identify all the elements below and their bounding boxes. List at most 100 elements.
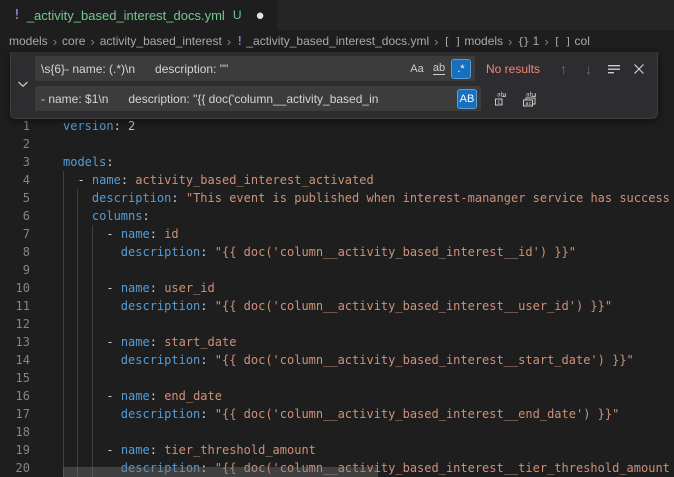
replace-input[interactable]: - name: $1\n description: "{{ doc('colum… — [35, 86, 481, 111]
code-line[interactable]: - name: user_id — [63, 279, 674, 297]
code-line[interactable]: description: "This event is published wh… — [63, 189, 674, 207]
line-number: 5 — [0, 189, 30, 207]
find-widget: \s{6}- name: (.*)\n description: "" Aa a… — [10, 52, 658, 119]
breadcrumb-label: 1 — [533, 34, 540, 48]
breadcrumb-item-_activity_based_interest_docs.yml[interactable]: ! _activity_based_interest_docs.yml — [236, 34, 429, 48]
breadcrumb-separator-icon: › — [227, 34, 231, 49]
breadcrumb-label: activity_based_interest — [100, 34, 222, 48]
whole-word-label: ab — [433, 62, 445, 75]
line-number: 11 — [0, 297, 30, 315]
breadcrumb-label: col — [575, 34, 590, 48]
line-number: 1 — [0, 117, 30, 135]
code-line[interactable]: description: "{{ doc('column__activity_b… — [63, 351, 674, 369]
svg-text:c: c — [497, 99, 501, 106]
breadcrumb-item-activity_based_interest[interactable]: activity_based_interest — [100, 34, 222, 48]
object-symbol-icon: {} — [517, 35, 528, 48]
regex-button[interactable]: .* — [451, 59, 471, 79]
line-number: 14 — [0, 351, 30, 369]
chevron-down-icon — [17, 80, 29, 88]
array-symbol-icon: [ ] — [554, 35, 571, 48]
line-number: 18 — [0, 423, 30, 441]
code-line[interactable]: - name: id — [63, 225, 674, 243]
find-in-selection-button[interactable] — [603, 58, 624, 79]
next-match-button[interactable]: ↓ — [578, 58, 599, 79]
breadcrumb-separator-icon: › — [544, 34, 548, 49]
breadcrumb-separator-icon: › — [508, 34, 512, 49]
code-line[interactable] — [63, 423, 674, 441]
code-line[interactable] — [63, 315, 674, 333]
line-number: 17 — [0, 405, 30, 423]
line-number: 4 — [0, 171, 30, 189]
code-line[interactable]: description: "{{ doc('column__activity_b… — [63, 405, 674, 423]
previous-match-button[interactable]: ↑ — [553, 58, 574, 79]
line-number: 20 — [0, 459, 30, 477]
code-line[interactable]: - name: activity_based_interest_activate… — [63, 171, 674, 189]
breadcrumb-label: core — [62, 34, 85, 48]
code-line[interactable]: columns: — [63, 207, 674, 225]
close-icon — [633, 63, 645, 75]
line-number-gutter: 1234567891011121314151617181920 — [0, 117, 30, 477]
line-number: 13 — [0, 333, 30, 351]
tab-activity-based-interest-docs[interactable]: ! _activity_based_interest_docs.yml U ● — [0, 0, 277, 30]
breadcrumb-item-models[interactable]: [ ] models — [443, 34, 503, 48]
code-line[interactable] — [63, 369, 674, 387]
breadcrumb-item-models[interactable]: models — [9, 34, 48, 48]
selection-icon — [607, 63, 621, 75]
replace-row: - name: $1\n description: "{{ doc('colum… — [35, 86, 653, 111]
line-number: 8 — [0, 243, 30, 261]
svg-text:ac: ac — [525, 100, 532, 106]
line-number: 12 — [0, 315, 30, 333]
line-number: 10 — [0, 279, 30, 297]
line-number: 9 — [0, 261, 30, 279]
code-line[interactable] — [63, 261, 674, 279]
git-status-badge: U — [233, 8, 242, 22]
breadcrumb-separator-icon: › — [90, 34, 94, 49]
breadcrumb-item-1[interactable]: {} 1 — [517, 34, 539, 48]
modified-indicator-icon[interactable]: ● — [256, 8, 265, 23]
code-line[interactable]: models: — [63, 153, 674, 171]
whole-word-button[interactable]: ab — [429, 59, 449, 79]
array-symbol-icon: [ ] — [443, 35, 460, 48]
line-number: 15 — [0, 369, 30, 387]
close-find-button[interactable] — [628, 58, 649, 79]
line-number: 6 — [0, 207, 30, 225]
horizontal-scrollbar[interactable] — [63, 467, 378, 477]
svg-text:ab: ab — [526, 91, 534, 98]
code-content[interactable]: version: 2 models: - name: activity_based… — [63, 117, 674, 477]
code-line[interactable]: description: "{{ doc('column__activity_b… — [63, 243, 674, 261]
svg-text:ab: ab — [497, 91, 505, 98]
replace-button[interactable]: ab c — [490, 88, 511, 109]
tab-bar: ! _activity_based_interest_docs.yml U ● — [0, 0, 674, 30]
breadcrumb-separator-icon: › — [53, 34, 57, 49]
code-line[interactable]: - name: tier_threshold_amount — [63, 441, 674, 459]
code-line[interactable]: - name: end_date — [63, 387, 674, 405]
find-input[interactable]: \s{6}- name: (.*)\n description: "" Aa a… — [35, 56, 475, 81]
line-number: 3 — [0, 153, 30, 171]
line-number: 16 — [0, 387, 30, 405]
code-line[interactable] — [63, 135, 674, 153]
breadcrumb: models › core › activity_based_interest ›! _ac… — [0, 30, 674, 52]
yaml-symbol-icon: ! — [236, 34, 242, 48]
replace-all-icon: ab ac — [521, 91, 539, 107]
match-case-button[interactable]: Aa — [407, 59, 427, 79]
find-status: No results — [486, 62, 540, 76]
breadcrumb-label: models — [464, 34, 503, 48]
replace-all-button[interactable]: ab ac — [519, 88, 540, 109]
find-row: \s{6}- name: (.*)\n description: "" Aa a… — [35, 56, 653, 81]
code-line[interactable]: - name: start_date — [63, 333, 674, 351]
code-line[interactable]: version: 2 — [63, 117, 674, 135]
replace-icon: ab c — [493, 91, 509, 107]
line-number: 19 — [0, 441, 30, 459]
code-editor[interactable]: 1234567891011121314151617181920 version:… — [0, 52, 674, 477]
find-query-text: \s{6}- name: (.*)\n description: "" — [41, 62, 405, 76]
line-number: 7 — [0, 225, 30, 243]
breadcrumb-item-col[interactable]: [ ] col — [554, 34, 590, 48]
breadcrumb-label: _activity_based_interest_docs.yml — [246, 34, 429, 48]
preserve-case-button[interactable]: AB — [457, 89, 477, 109]
tab-filename: _activity_based_interest_docs.yml — [27, 8, 225, 23]
yaml-file-icon: ! — [13, 8, 21, 23]
toggle-replace-button[interactable] — [11, 56, 35, 111]
breadcrumb-label: models — [9, 34, 48, 48]
breadcrumb-item-core[interactable]: core — [62, 34, 85, 48]
code-line[interactable]: description: "{{ doc('column__activity_b… — [63, 297, 674, 315]
